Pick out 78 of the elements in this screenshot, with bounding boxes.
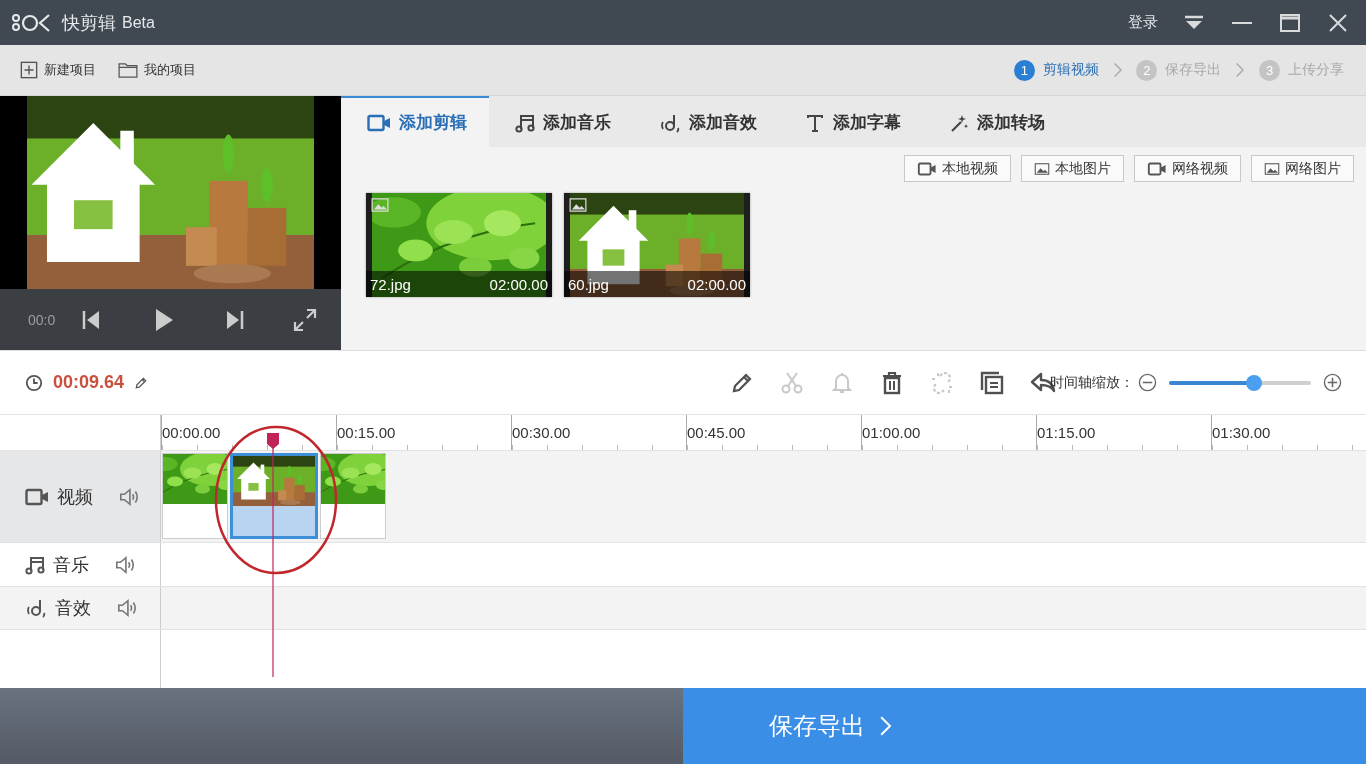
minimize-icon [1232,21,1252,24]
music-note-icon [515,112,535,133]
broken-link-icon [930,370,954,395]
image-icon [1264,162,1280,175]
tab[interactable]: 添加音乐 [489,96,633,147]
playhead-marker[interactable] [266,432,280,677]
step-number: 2 [1136,59,1158,81]
close-icon [1328,12,1348,33]
trash-icon [880,370,904,395]
copy-tool[interactable] [980,370,1004,395]
step-label: 剪辑视频 [1042,61,1099,79]
ruler-label: 00:00.00 [162,424,221,441]
step-label: 保存导出 [1165,61,1222,79]
speaker-icon [117,598,137,618]
clock-icon [25,373,43,392]
video-camera-icon [1147,161,1167,176]
video-clip[interactable] [162,453,228,539]
duration: 02:00.00 [489,275,548,293]
sound-effect-icon [25,598,47,618]
step-number: 1 [1013,59,1035,81]
import-button[interactable]: 网络图片 [1251,155,1354,182]
dropdown-icon [1184,14,1204,31]
text-icon [805,112,825,133]
current-time: 00:09.64 [53,372,125,393]
app-title: 快剪辑 [62,11,116,35]
speaker-icon [119,486,139,507]
login-link[interactable]: 登录 [1128,13,1158,32]
video-clip[interactable] [230,453,318,539]
track-label[interactable]: 音效 [0,587,161,629]
ruler-label: 00:45.00 [687,424,746,441]
maximize-icon [1280,13,1300,32]
trash-tool[interactable] [880,370,904,395]
track-label[interactable]: 视频 [0,451,161,542]
import-button[interactable]: 本地视频 [904,155,1011,182]
tab[interactable]: 添加剪辑 [341,96,489,147]
bell-icon [830,370,854,395]
image-icon [371,198,389,212]
video-camera-icon [25,487,49,506]
import-button[interactable]: 网络视频 [1134,155,1241,182]
chevron-icon [1235,62,1245,78]
pencil-icon [134,375,149,390]
tab[interactable]: 添加转场 [923,96,1067,147]
scissors-icon [780,370,804,395]
image-icon [569,198,587,212]
folder-icon [118,62,138,78]
ruler-label: 01:30.00 [1212,424,1271,441]
sound-effect-icon [659,112,681,133]
import-button[interactable]: 本地图片 [1021,155,1124,182]
video-clip[interactable] [320,453,386,539]
image-icon [1034,162,1050,175]
toolbar-button[interactable]: 我的项目 [118,61,196,79]
fullscreen-icon [293,307,317,332]
file-name: 72.jpg [370,275,411,293]
music-note-icon [25,554,45,575]
zoom-out-icon [1138,373,1157,392]
chevron-icon [1112,62,1123,78]
toolbar-button[interactable]: 新建项目 [20,61,96,79]
video-camera-icon [917,161,937,176]
ruler-label: 01:00.00 [862,424,921,441]
plus-icon [20,61,38,79]
chevron-icon [879,715,893,737]
zoom-label: 时间轴缩放： [1050,373,1134,392]
file-name: 60.jpg [568,275,609,293]
copy-icon [980,370,1004,395]
ruler-label: 00:15.00 [337,424,396,441]
step-number: 3 [1259,59,1280,81]
ruler-label: 01:15.00 [1037,424,1096,441]
speaker-icon [115,554,135,575]
tab[interactable]: 添加字幕 [779,96,923,147]
duration: 02:00.00 [687,275,746,293]
beta-label: Beta [122,13,155,32]
track-label[interactable]: 音乐 [0,543,161,586]
playback-time: 00:0 [28,311,57,328]
tab[interactable]: 添加音效 [633,96,779,147]
ruler-label: 00:30.00 [512,424,571,441]
video-camera-icon [367,113,391,132]
logo-icon [12,11,52,34]
zoom-in-icon [1323,373,1342,392]
